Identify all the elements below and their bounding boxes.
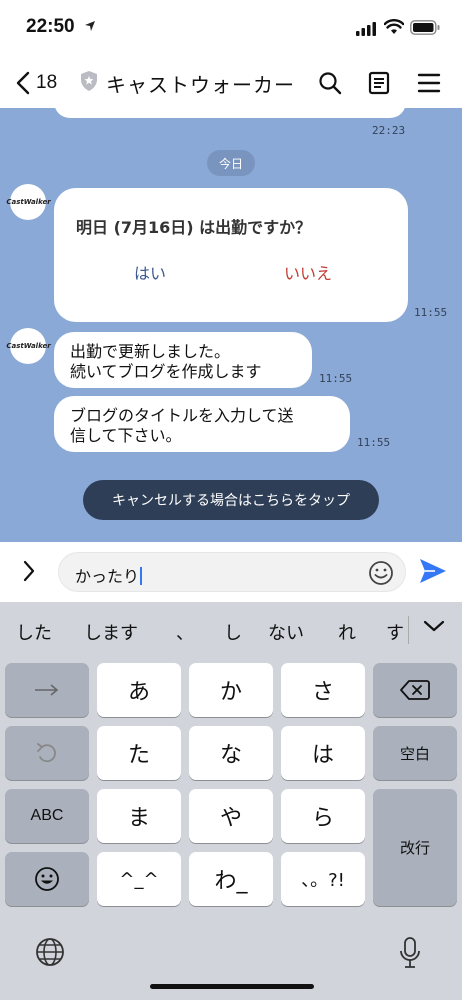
previous-message-bubble <box>54 108 406 118</box>
message-timestamp: 11:55 <box>414 306 448 319</box>
suggestion-item[interactable]: ない <box>268 619 304 645</box>
home-indicator[interactable] <box>150 984 314 989</box>
suggestion-item[interactable]: します <box>84 619 138 645</box>
expand-button[interactable] <box>14 556 44 586</box>
suggestion-item[interactable]: した <box>16 619 52 645</box>
cellular-signal-icon <box>356 22 376 36</box>
globe-icon[interactable] <box>34 936 66 968</box>
enter-key[interactable]: 改行 <box>373 789 457 906</box>
status-time: 22:50 <box>26 16 75 37</box>
card-question: 明日 (7月16日) は出勤ですか？ <box>76 218 312 237</box>
message-input-text: かったり <box>75 567 140 586</box>
notes-button[interactable] <box>364 68 394 98</box>
key-punctuation[interactable]: 、。?! <box>281 852 365 906</box>
key-ta[interactable]: た <box>97 726 181 780</box>
suggestion-divider <box>408 616 409 644</box>
emoji-icon[interactable] <box>367 559 395 587</box>
message-bubble: ブログのタイトルを入力して送 信して下さい。 <box>54 396 350 452</box>
text-caret <box>140 567 143 585</box>
key-kaomoji[interactable]: ^_^ <box>97 852 181 906</box>
enter-key-label: 改行 <box>399 839 430 857</box>
chat-header: 18 キャストウォーカー <box>0 58 462 108</box>
message-timestamp: 22:23 <box>372 124 406 137</box>
undo-key[interactable] <box>5 726 89 780</box>
wifi-icon <box>384 19 404 34</box>
space-key-label: 空白 <box>399 744 430 763</box>
search-button[interactable] <box>315 68 345 98</box>
avatar[interactable]: CastWalker <box>6 328 51 364</box>
status-bar: 22:50 <box>0 0 462 58</box>
avatar-logo-text: CastWalker <box>6 198 51 206</box>
battery-icon <box>410 20 440 35</box>
date-divider: 今日 <box>207 150 255 176</box>
attendance-question-card: 明日 (7月16日) は出勤ですか？ はい いいえ <box>54 188 408 322</box>
abc-key[interactable]: ABC <box>5 789 89 843</box>
key-punctuation-label: 、。?! <box>301 870 345 891</box>
arrow-right-icon <box>35 684 59 696</box>
suggestion-item[interactable]: 、 <box>176 619 194 645</box>
key-kaomoji-label: ^_^ <box>119 868 159 890</box>
avatar[interactable]: CastWalker <box>6 184 51 220</box>
notes-icon <box>368 71 390 95</box>
emoji-icon <box>35 867 59 891</box>
chat-area[interactable]: 22:23 今日 CastWalker 明日 (7月16日) は出勤ですか？ は… <box>0 108 462 542</box>
key-ya[interactable]: や <box>189 789 273 843</box>
japanese-keyboard: した します 、 し ない れ す あ か さ た な は 空白 ABC ま や… <box>0 602 462 1000</box>
backspace-icon <box>400 680 430 700</box>
chevron-down-icon[interactable] <box>423 619 445 633</box>
message-input[interactable]: かったり <box>58 552 406 592</box>
hamburger-menu-icon <box>417 73 441 93</box>
no-button[interactable]: いいえ <box>284 260 332 284</box>
message-line: ブログのタイトルを入力して送 <box>70 406 294 425</box>
key-sa[interactable]: さ <box>281 663 365 717</box>
next-candidate-key[interactable] <box>5 663 89 717</box>
key-ha[interactable]: は <box>281 726 365 780</box>
key-wa[interactable]: わ_ <box>189 852 273 906</box>
chat-title: キャストウォーカー <box>106 73 295 97</box>
abc-key-label: ABC <box>30 807 64 824</box>
message-timestamp: 11:55 <box>357 436 391 449</box>
shield-icon <box>81 71 97 91</box>
microphone-icon[interactable] <box>398 936 422 970</box>
message-timestamp: 11:55 <box>319 372 353 385</box>
suggestion-item[interactable]: す <box>386 619 404 645</box>
suggestion-item[interactable]: れ <box>338 619 356 645</box>
emoji-key[interactable] <box>5 852 89 906</box>
key-ka[interactable]: か <box>189 663 273 717</box>
message-bubble: 出勤で更新しました。 続いてブログを作成します <box>54 332 312 388</box>
message-line: 信して下さい。 <box>70 426 182 445</box>
key-a[interactable]: あ <box>97 663 181 717</box>
suggestion-item[interactable]: し <box>224 619 242 645</box>
suggestion-bar: した します 、 し ない れ す <box>0 602 462 658</box>
key-ra[interactable]: ら <box>281 789 365 843</box>
menu-button[interactable] <box>414 68 444 98</box>
location-arrow-icon <box>85 21 95 31</box>
back-button[interactable]: 18 <box>16 68 72 98</box>
send-icon[interactable] <box>418 556 448 586</box>
key-na[interactable]: な <box>189 726 273 780</box>
backspace-key[interactable] <box>373 663 457 717</box>
chevron-left-icon <box>16 71 30 95</box>
yes-button[interactable]: はい <box>134 260 166 284</box>
unread-count: 18 <box>36 72 58 93</box>
chevron-right-icon <box>23 560 35 582</box>
space-key[interactable]: 空白 <box>373 726 457 780</box>
search-icon <box>319 72 342 95</box>
cancel-tap-button[interactable]: キャンセルする場合はこちらをタップ <box>83 480 379 520</box>
avatar-logo-text: CastWalker <box>6 342 51 350</box>
key-ma[interactable]: ま <box>97 789 181 843</box>
undo-icon <box>37 743 56 763</box>
message-line: 出勤で更新しました。 <box>70 342 231 361</box>
message-line: 続いてブログを作成します <box>70 362 262 381</box>
message-input-bar: かったり <box>0 542 462 602</box>
